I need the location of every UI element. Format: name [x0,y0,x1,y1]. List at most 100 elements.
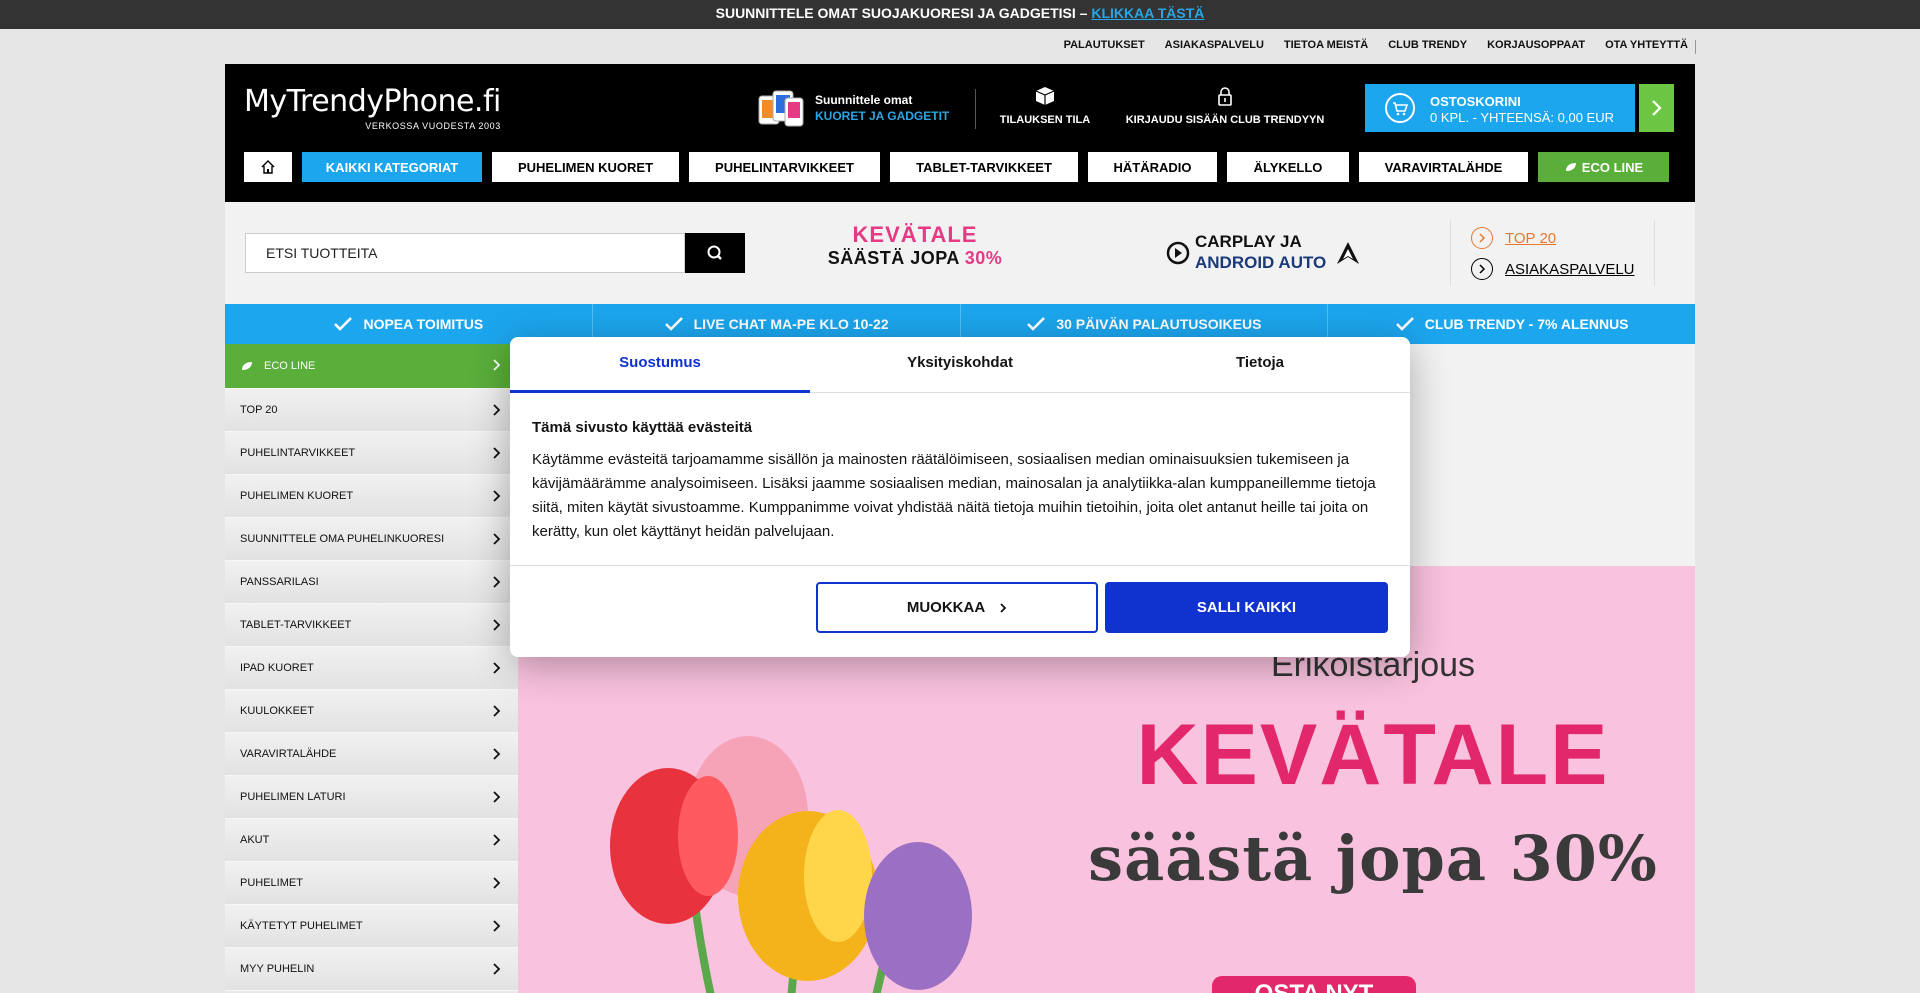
sidebar-item-label: KÄYTETYT PUHELIMET [240,920,363,932]
tab-details[interactable]: Yksityiskohdat [810,337,1110,392]
cookie-dialog-title: Tämä sivusto käyttää evästeitä [532,419,753,436]
nav-phone-accessories[interactable]: PUHELINTARVIKKEET [689,152,880,182]
customize-button[interactable]: MUOKKAA [816,582,1098,633]
utility-link-contact[interactable]: OTA YHTEYTTÄ [1605,39,1688,51]
carplay-promo[interactable]: CARPLAY JA ANDROID AUTO [1165,228,1365,278]
utility-divider [1695,40,1696,54]
cookie-dialog-tabs: Suostumus Yksityiskohdat Tietoja [510,337,1410,393]
tab-about[interactable]: Tietoja [1110,337,1410,392]
cart-button[interactable]: OSTOSKORINI 0 KPL. - YHTEENSÄ: 0,00 EUR [1365,84,1635,132]
utility-link-repair-guides[interactable]: KORJAUSOPPAAT [1487,39,1585,51]
benefit-label: 30 PÄIVÄN PALAUTUSOIKEUS [1056,316,1262,332]
chevron-right-circle-icon [1471,258,1493,280]
cart-summary: 0 KPL. - YHTEENSÄ: 0,00 EUR [1430,110,1614,125]
category-sidebar: ECO LINE TOP 20 PUHELINTARVIKKEET PUHELI… [225,344,518,993]
benefit-label: CLUB TRENDY - 7% ALENNUS [1424,316,1629,332]
sidebar-item-label: PUHELIMEN LATURI [240,791,346,803]
chevron-right-icon [493,920,501,932]
carplay-line1: CARPLAY JA [1195,232,1302,251]
sidebar-item-label: PUHELIMEN KUORET [240,490,354,502]
utility-link-customer-service[interactable]: ASIAKASPALVELU [1165,39,1264,51]
sale-promo-title: KEVÄTALE [852,222,978,247]
sidebar-item-tablet-accessories[interactable]: TABLET-TARVIKKEET [225,604,518,647]
nav-tablet-accessories[interactable]: TABLET-TARVIKKEET [890,152,1078,182]
nav-phone-cases[interactable]: PUHELIMEN KUORET [492,152,679,182]
search-button[interactable] [685,233,745,273]
sidebar-item-label: PUHELINTARVIKKEET [240,447,356,459]
sidebar-item-ipad-cases[interactable]: IPAD KUORET [225,647,518,690]
sidebar-item-label: AKUT [240,834,270,846]
cart-checkout-button[interactable] [1639,84,1674,132]
chevron-right-icon [493,359,501,371]
spring-sale-promo[interactable]: KEVÄTALE SÄÄSTÄ JOPA 30% [805,222,1025,284]
quick-link-customer-service-label: ASIAKASPALVELU [1505,260,1635,278]
sidebar-item-powerbank[interactable]: VARAVIRTALÄHDE [225,733,518,776]
design-own-link[interactable]: Suunnittele omat KUORET JA GADGETIT [757,88,967,128]
sale-promo-subtitle: SÄÄSTÄ JOPA 30% [805,248,1025,269]
quick-links: TOP 20 ASIAKASPALVELU [1450,220,1655,286]
check-icon [664,317,683,331]
android-auto-icon [1337,242,1359,264]
nav-smartwatch[interactable]: ÄLYKELLO [1227,152,1349,182]
sidebar-item-label: IPAD KUORET [240,662,314,674]
play-icon [1166,241,1190,265]
sale-promo-pct: 30% [964,248,1003,268]
announcement-link[interactable]: KLIKKAA TÄSTÄ [1091,5,1204,21]
search-box [245,233,685,273]
sidebar-item-batteries[interactable]: AKUT [225,819,518,862]
site-header: MyTrendyPhone.fi VERKOSSA VUODESTA 2003 … [225,64,1695,202]
nav-all-categories[interactable]: KAIKKI KATEGORIAT [302,152,482,182]
allow-all-button[interactable]: SALLI KAIKKI [1105,582,1388,633]
utility-link-club-trendy[interactable]: CLUB TRENDY [1388,39,1467,51]
order-status-link[interactable]: TILAUKSEN TILA [995,86,1095,126]
nav-powerbank[interactable]: VARAVIRTALÄHDE [1359,152,1528,182]
box-icon [1035,87,1055,105]
sidebar-item-phones[interactable]: PUHELIMET [225,862,518,905]
search-input[interactable] [246,234,684,272]
nav-home[interactable] [244,152,292,182]
nav-emergency-radio[interactable]: HÄTÄRADIO [1088,152,1217,182]
announcement-bar: SUUNNITTELE OMAT SUOJAKUORESI JA GADGETI… [0,0,1920,29]
sidebar-item-design-case[interactable]: SUUNNITTELE OMA PUHELINKUORESI [225,518,518,561]
chevron-right-icon [493,533,501,545]
chevron-right-icon [493,963,501,975]
sidebar-item-phone-cases[interactable]: PUHELIMEN KUORET [225,475,518,518]
sidebar-item-phone-accessories[interactable]: PUHELINTARVIKKEET [225,432,518,475]
chevron-right-icon [1652,100,1662,116]
design-line1: Suunnittele omat [815,93,913,107]
check-icon [334,317,353,331]
sidebar-item-headphones[interactable]: KUULOKKEET [225,690,518,733]
sidebar-item-used-phones[interactable]: KÄYTETYT PUHELIMET [225,905,518,948]
sidebar-item-label: TOP 20 [240,404,278,416]
sidebar-item-sell-phone[interactable]: MYY PUHELIN [225,948,518,991]
quick-link-top20[interactable]: TOP 20 [1471,226,1556,250]
lock-icon [1218,87,1232,106]
hero-cta-button[interactable]: OSTA NYT [1212,976,1416,993]
sidebar-item-label: MYY PUHELIN [240,963,315,975]
nav-eco-line[interactable]: ECO LINE [1538,152,1669,182]
header-divider [975,89,976,129]
sidebar-item-label: TABLET-TARVIKKEET [240,619,352,631]
site-logo[interactable]: MyTrendyPhone.fi VERKOSSA VUODESTA 2003 [244,84,501,131]
chevron-right-icon [493,834,501,846]
sidebar-item-top20[interactable]: TOP 20 [225,389,518,432]
cookie-consent-dialog: Suostumus Yksityiskohdat Tietoja Tämä si… [510,337,1410,657]
tab-consent[interactable]: Suostumus [510,337,810,393]
sidebar-item-eco-line[interactable]: ECO LINE [225,344,518,389]
check-icon [1027,317,1046,331]
utility-nav: PALAUTUKSET ASIAKASPALVELU TIETOA MEISTÄ… [0,29,1920,64]
chevron-right-icon [493,748,501,760]
sidebar-item-label: KUULOKKEET [240,705,314,717]
utility-link-returns[interactable]: PALAUTUKSET [1064,39,1145,51]
phone-cases-icon [758,90,804,127]
utility-link-about[interactable]: TIETOA MEISTÄ [1284,39,1368,51]
sidebar-item-tempered-glass[interactable]: PANSSARILASI [225,561,518,604]
login-label: KIRJAUDU SISÄÄN CLUB TRENDYYN [1125,114,1325,126]
quick-link-customer-service[interactable]: ASIAKASPALVELU [1471,257,1635,281]
chevron-right-icon [493,705,501,717]
home-icon [261,160,275,174]
quick-link-top20-label: TOP 20 [1505,229,1557,247]
leaf-icon [242,362,252,370]
sidebar-item-phone-charger[interactable]: PUHELIMEN LATURI [225,776,518,819]
login-link[interactable]: KIRJAUDU SISÄÄN CLUB TRENDYYN [1125,86,1325,126]
